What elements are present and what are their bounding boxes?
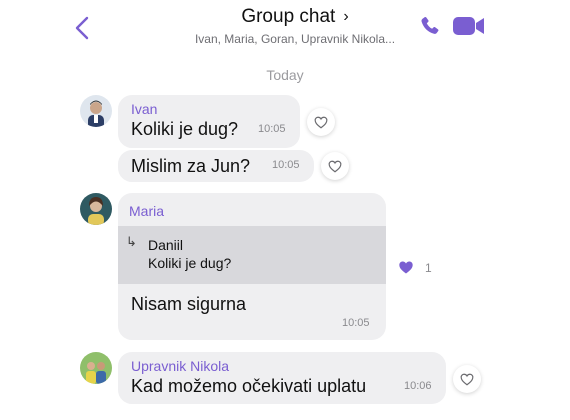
video-call-icon[interactable]	[452, 14, 486, 38]
message-bubble-maria[interactable]: Maria ↳ Daniil Koliki je dug? Nisam sigu…	[118, 193, 386, 340]
avatar-nikola-image	[80, 352, 112, 384]
message-time: 10:05	[272, 159, 300, 171]
back-arrow-icon[interactable]	[72, 14, 94, 42]
reply-arrow-icon: ↳	[126, 234, 137, 249]
like-button[interactable]	[321, 152, 349, 180]
like-button[interactable]	[453, 365, 481, 393]
heart-outline-icon	[460, 373, 474, 385]
reply-author: Daniil	[148, 237, 184, 253]
heart-outline-icon	[328, 160, 342, 172]
sender-name[interactable]: Ivan	[131, 101, 157, 117]
like-count: 1	[425, 261, 432, 275]
sender-name[interactable]: Maria	[129, 203, 164, 219]
chevron-right-icon: ›	[343, 8, 349, 25]
avatar-maria-image	[80, 193, 112, 225]
chat-title[interactable]: Group chat ›	[241, 6, 348, 28]
chat-title-area[interactable]: Group chat › Ivan, Maria, Goran, Upravni…	[150, 6, 440, 46]
message-text: Koliki je dug?	[131, 119, 239, 139]
heart-filled-icon[interactable]	[398, 260, 414, 275]
message-bubble-ivan-1[interactable]: Ivan Koliki je dug? 10:05	[118, 95, 300, 148]
message-text: Kad možemo očekivati uplatu	[131, 376, 367, 396]
message-bubble-nikola[interactable]: Upravnik Nikola Kad možemo očekivati upl…	[118, 352, 446, 404]
day-separator: Today	[266, 67, 304, 83]
avatar-ivan[interactable]	[80, 95, 112, 127]
chat-participants: Ivan, Maria, Goran, Upravnik Nikola...	[194, 32, 396, 46]
reply-quote[interactable]: ↳ Daniil Koliki je dug?	[118, 226, 386, 284]
avatar-ivan-image	[80, 95, 112, 127]
message-time: 10:05	[342, 317, 370, 329]
avatar-maria[interactable]	[80, 193, 112, 225]
phone-icon[interactable]	[418, 14, 442, 38]
like-button[interactable]	[307, 108, 335, 136]
message-text: Nisam sigurna	[131, 294, 247, 314]
message-time: 10:05	[258, 123, 286, 135]
message-time: 10:06	[404, 380, 432, 392]
avatar-upravnik-nikola[interactable]	[80, 352, 112, 384]
heart-outline-icon	[314, 116, 328, 128]
reply-text: Koliki je dug?	[148, 255, 232, 271]
chat-title-text: Group chat	[241, 6, 336, 27]
message-bubble-ivan-2[interactable]: Mislim za Jun? 10:05	[118, 150, 314, 182]
sender-name[interactable]: Upravnik Nikola	[131, 358, 229, 374]
chat-header: Group chat › Ivan, Maria, Goran, Upravni…	[0, 0, 570, 52]
message-text: Mislim za Jun?	[131, 156, 251, 176]
